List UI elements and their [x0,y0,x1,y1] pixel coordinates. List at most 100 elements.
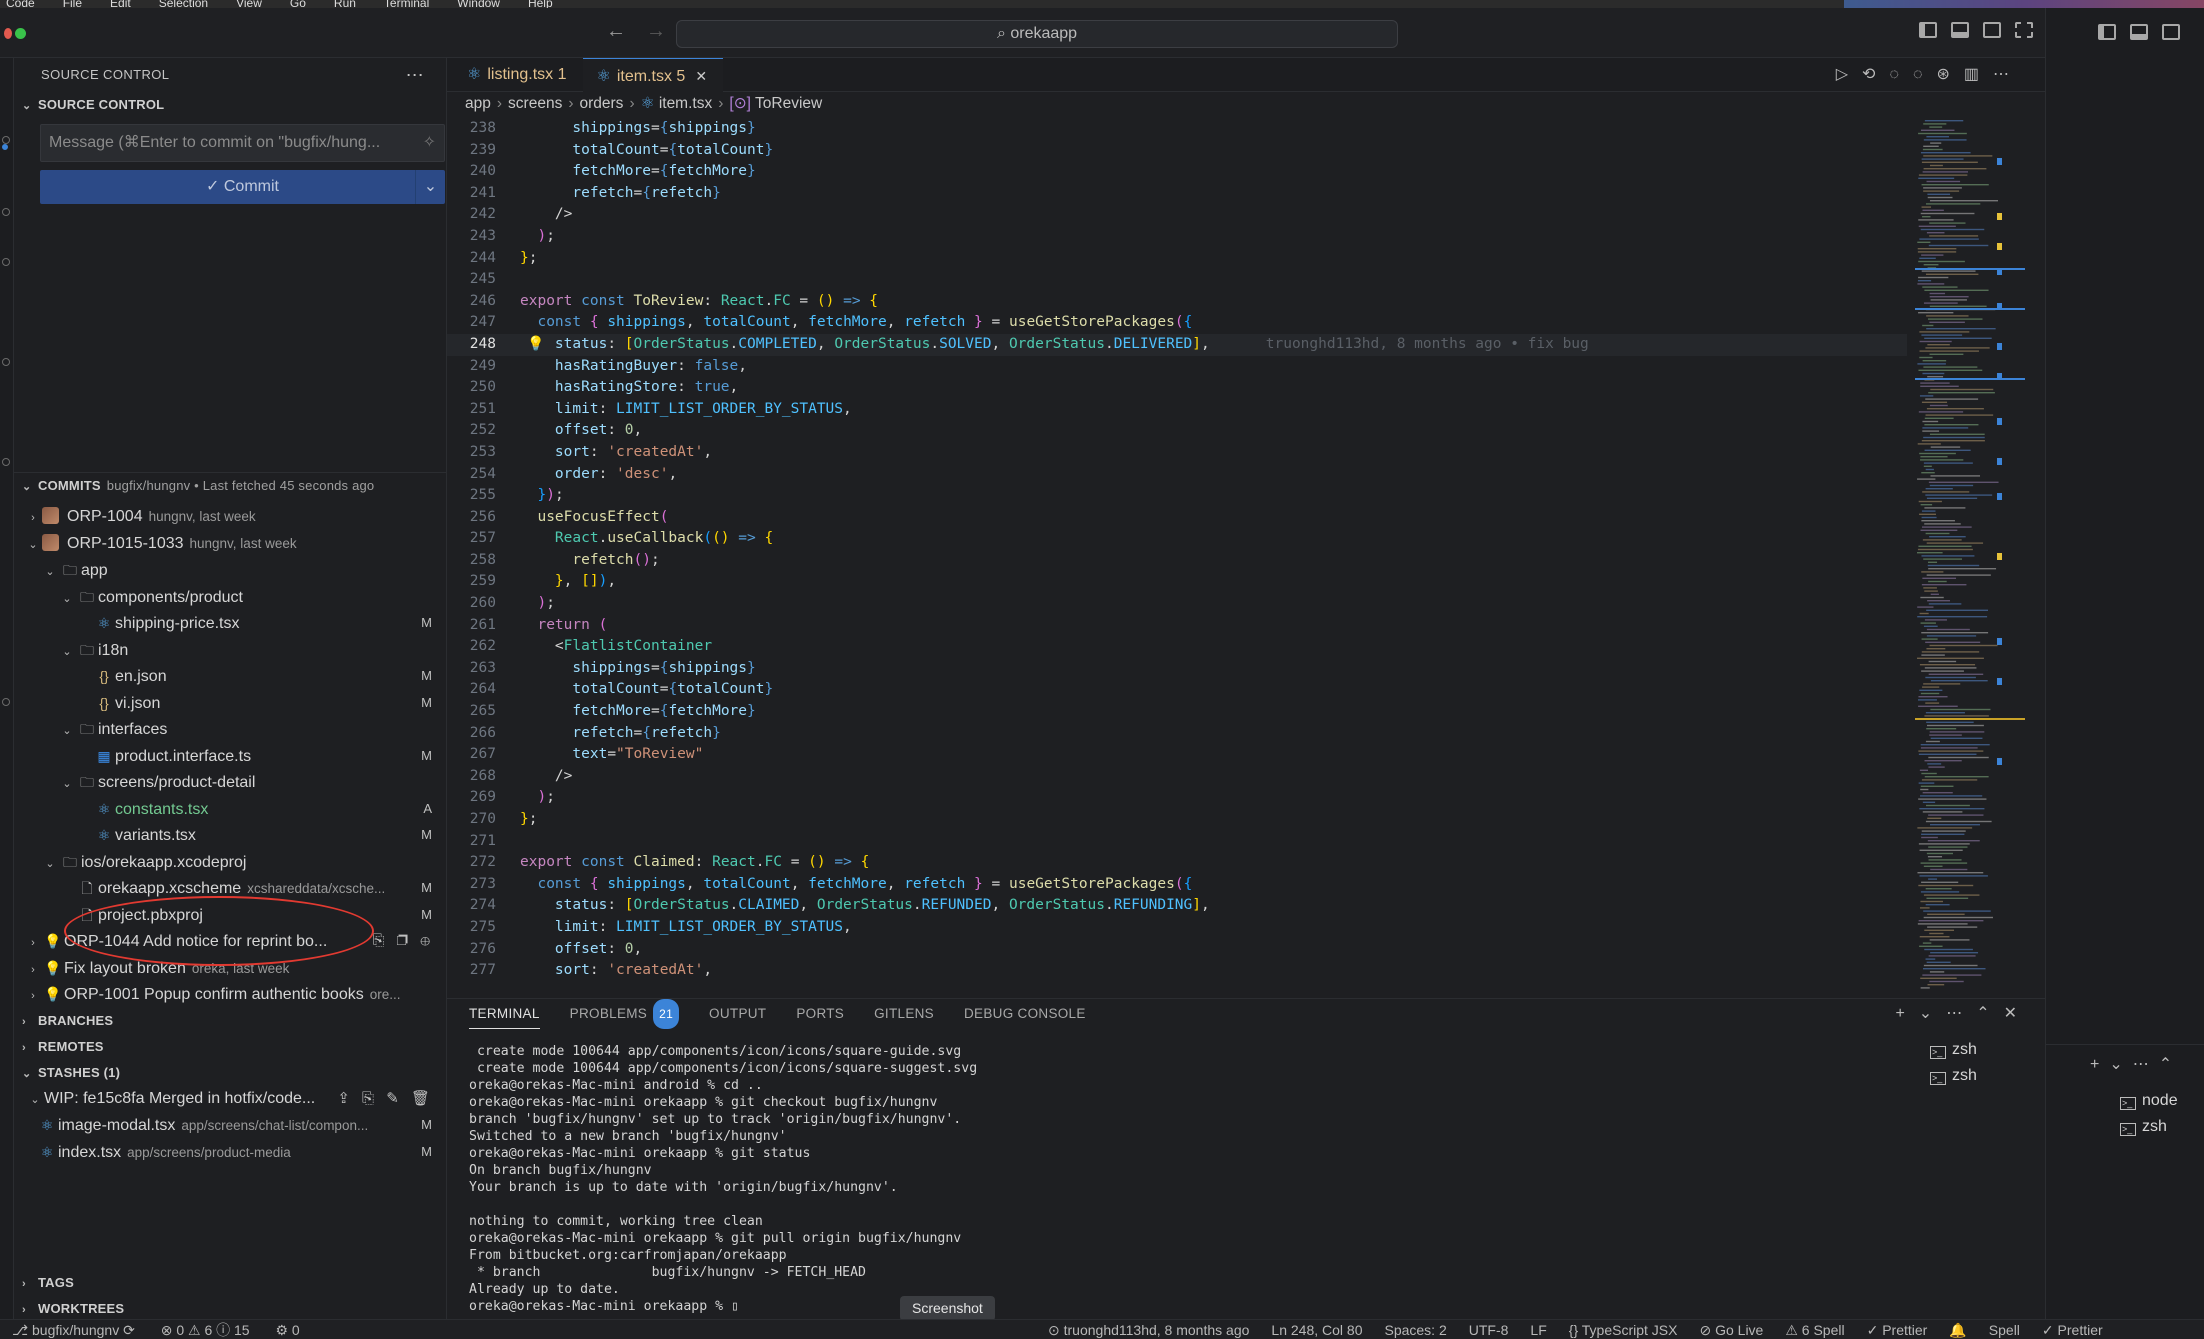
menu-item[interactable]: Terminal [384,0,429,8]
folder-item[interactable]: ⌄ 🗀 interfaces [14,716,446,743]
status-item[interactable]: LF [1530,1322,1546,1338]
customize-layout-icon[interactable] [2015,22,2033,38]
toggle-primary-sidebar-icon[interactable] [1919,22,1937,38]
code-line[interactable]: 255 }); [447,485,1907,507]
maximize-icon[interactable]: ⌃ [2159,1056,2182,1073]
terminal-item[interactable]: >_ zsh [1930,1063,2050,1089]
code-line[interactable]: 253 sort: 'createdAt', [447,442,1907,464]
code-editor[interactable]: 238 shippings={shippings} 239 totalCount=… [447,118,1907,998]
terminal-dropdown-icon[interactable]: ⌄ [1919,1005,1946,1022]
minimap[interactable] [1915,118,2035,998]
commit-item[interactable]: › ORP-1004 hungnv, last week [14,504,446,531]
code-line[interactable]: 254 order: 'desc', [447,464,1907,486]
folder-item[interactable]: ⌄ 🗀 screens/product-detail [14,769,446,796]
split-editor-icon[interactable]: ▥ [1964,66,1993,83]
section-tags[interactable]: › TAGS [14,1270,446,1296]
dropdown-icon[interactable]: ⌄ [2109,1056,2132,1073]
tab-problems[interactable]: PROBLEMS 21 [570,999,680,1029]
status-item[interactable]: 🔔 [1949,1322,1966,1338]
more-actions-icon[interactable]: ⋯ [406,58,424,92]
folder-item[interactable]: ⌄ 🗀 components/product [14,584,446,611]
commit-actions[interactable]: ⎘ ❐ ⊕ [372,928,434,955]
commit-item[interactable]: › 💡 ORP-1044 Add notice for reprint bo... ⎘… [14,928,446,955]
code-line[interactable]: 267 text="ToReview" [447,744,1907,766]
commit-item[interactable]: ⌄ ORP-1015-1033 hungnv, last week [14,531,446,558]
commit-message-input[interactable]: Message (⌘Enter to commit on "bugfix/hun… [40,124,445,162]
section-remotes[interactable]: › REMOTES [14,1034,446,1060]
toggle-secondary-sidebar-icon[interactable] [1983,22,2001,38]
code-line[interactable]: 251 limit: LIMIT_LIST_ORDER_BY_STATUS, [447,399,1907,421]
code-line[interactable]: 250 hasRatingStore: true, [447,377,1907,399]
file-item[interactable]: {} en.json M [14,663,446,690]
status-item[interactable]: ⊙ truonghd113hd, 8 months ago [1048,1322,1249,1338]
stash-item[interactable]: ⌄ WIP: fe15c8fa Merged in hotfix/code... … [14,1086,446,1113]
code-line[interactable]: 269 ); [447,787,1907,809]
section-commits[interactable]: ⌄ COMMITS bugfix/hungnv • Last fetched 45 … [14,472,446,498]
search-activity-icon[interactable] [2,258,10,266]
terminal-output[interactable]: create mode 100644 app/components/icon/i… [469,1043,1849,1318]
editor-scrollbar[interactable] [1997,118,2005,998]
terminal-item[interactable]: >_ node [2120,1088,2178,1114]
folder-item[interactable]: ⌄ 🗀 ios/orekaapp.xcodeproj [14,849,446,876]
code-line[interactable]: 244}; [447,248,1907,270]
code-line[interactable]: 272 export const Claimed: React.FC = () =… [447,852,1907,874]
commit-button[interactable]: ✓ Commit ⌄ [40,170,445,204]
close-panel-icon[interactable]: ✕ [2004,1005,2031,1022]
back-arrow-icon[interactable]: ← [606,20,626,43]
code-line[interactable]: 239 totalCount={totalCount} [447,140,1907,162]
menu-item[interactable]: Go [290,0,306,8]
toggle-panel-icon[interactable] [1951,22,1969,38]
tab-listing[interactable]: ⚛ listing.tsx 1 [447,58,583,92]
code-line[interactable]: 241 refetch={refetch} [447,183,1907,205]
menu-item[interactable]: Window [457,0,500,8]
code-line[interactable]: 270}; [447,809,1907,831]
status-item[interactable]: {} TypeScript JSX [1569,1322,1678,1338]
code-line[interactable]: 273 const { shippings, totalCount, fetch… [447,874,1907,896]
status-item[interactable]: UTF-8 [1469,1322,1509,1338]
code-line[interactable]: 240 fetchMore={fetchMore} [447,161,1907,183]
menu-item[interactable]: Edit [110,0,131,8]
code-line[interactable]: 247 const { shippings, totalCount, fetch… [447,312,1907,334]
commit-item[interactable]: › 💡 Fix layout broken oreka, last week [14,955,446,982]
file-item[interactable]: ⚛ shipping-price.tsx M [14,610,446,637]
sparkle-icon[interactable]: ✧ [423,125,436,161]
code-line[interactable]: 274 status: [OrderStatus.CLAIMED, OrderS… [447,895,1907,917]
code-line[interactable]: 262 <FlatlistContainer [447,636,1907,658]
code-line[interactable]: 238 shippings={shippings} [447,118,1907,140]
new-terminal-icon[interactable]: + [2090,1056,2109,1073]
more-actions-icon[interactable]: ⋯ [1993,66,2023,83]
file-item[interactable]: {} vi.json M [14,690,446,717]
previous-change-icon[interactable]: ◌ [1889,66,1913,83]
gitlens-icon[interactable]: ⊛ [1936,66,1963,83]
next-change-icon[interactable]: ◌ [1913,66,1937,83]
code-line[interactable]: 242 /> [447,204,1907,226]
code-line[interactable]: 275 limit: LIMIT_LIST_ORDER_BY_STATUS, [447,917,1907,939]
code-line[interactable]: 246 export const ToReview: React.FC = () … [447,291,1907,313]
menu-item[interactable]: Code [6,0,35,8]
breadcrumb-item[interactable]: screens [508,95,562,112]
status-item[interactable]: Spell [1989,1322,2020,1338]
stash-file[interactable]: ⚛ index.tsx app/screens/product-media M [14,1139,446,1166]
code-line[interactable]: 277 sort: 'createdAt', [447,960,1907,982]
code-line[interactable]: 264 totalCount={totalCount} [447,679,1907,701]
source-control-icon[interactable] [2,136,10,144]
code-line[interactable]: 248 status: [OrderStatus.COMPLETED, Orde… [447,333,1907,356]
status-item[interactable]: ✓ Prettier [2042,1322,2103,1338]
commit-item[interactable]: › 💡 ORP-1001 Popup confirm authentic books… [14,981,446,1008]
code-line[interactable]: 265 fetchMore={fetchMore} [447,701,1907,723]
stash-actions[interactable]: ⇪ ⎘ ✎ 🗑 [337,1086,434,1113]
stash-file[interactable]: ⚛ image-modal.tsx app/screens/chat-list/co… [14,1112,446,1139]
code-line[interactable]: 266 refetch={refetch} [447,723,1907,745]
section-worktrees[interactable]: › WORKTREES [14,1296,446,1319]
code-line[interactable]: 261 return ( [447,615,1907,637]
secondary-toggle-sidebar-icon[interactable] [2098,24,2116,40]
tab-item[interactable]: ⚛ item.tsx 5 ✕ [582,58,724,92]
lightbulb-icon[interactable]: 💡 [527,334,544,356]
breadcrumb-item[interactable]: app [465,95,491,112]
code-line[interactable]: 276 offset: 0, [447,939,1907,961]
breadcrumb-item[interactable]: ToReview [755,95,822,112]
folder-item[interactable]: ⌄ 🗀 i18n [14,637,446,664]
status-branch[interactable]: ⎇ bugfix/hungnv ⟳ [12,1322,135,1338]
secondary-toggle-panel-icon[interactable] [2130,24,2148,40]
tab-ports[interactable]: PORTS [796,999,844,1029]
